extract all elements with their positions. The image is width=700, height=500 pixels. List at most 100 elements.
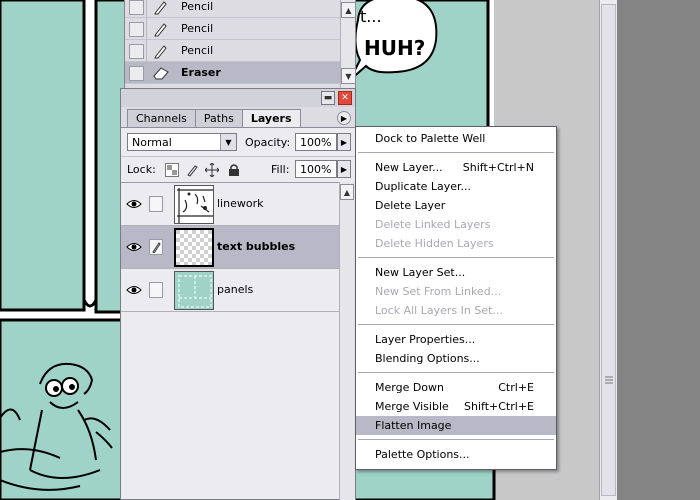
menu-item-layer-properties[interactable]: Layer Properties... [356, 330, 556, 349]
layers-palette: ▬ ✕ Channels Paths Layers ▶ Normal ▼ Opa… [120, 88, 356, 500]
history-snapshot-checkbox[interactable] [125, 0, 147, 18]
opacity-input[interactable]: 100% [295, 133, 337, 151]
layer-row-panels[interactable]: panels [121, 269, 339, 312]
layer-name[interactable]: text bubbles [217, 240, 295, 253]
menu-item-new-set-from-linked: New Set From Linked... [356, 282, 556, 301]
menu-item-shortcut: Shift+Ctrl+N [462, 161, 534, 174]
opacity-label: Opacity: [245, 136, 291, 149]
menu-item-shortcut: Shift+Ctrl+E [464, 400, 534, 413]
layer-name[interactable]: linework [217, 197, 263, 210]
menu-separator [358, 324, 554, 325]
fill-slider-button[interactable]: ▶ [337, 160, 351, 178]
menu-item-label: Flatten Image [375, 419, 452, 432]
tab-layers[interactable]: Layers [241, 109, 301, 127]
menu-separator [358, 257, 554, 258]
scroll-down-button[interactable]: ▼ [341, 68, 356, 84]
layers-palette-menu: Dock to Palette Well New Layer... Shift+C… [355, 126, 557, 470]
menu-item-delete-linked-layers: Delete Linked Layers [356, 215, 556, 234]
menu-item-label: Merge Down [375, 381, 445, 394]
tab-paths[interactable]: Paths [194, 109, 243, 127]
blend-mode-value: Normal [132, 135, 172, 149]
history-item-label: Pencil [181, 44, 214, 57]
menu-item-palette-options[interactable]: Palette Options... [356, 445, 556, 464]
history-scrollbar[interactable]: ▲ ▼ [340, 0, 356, 88]
menu-item-label: Lock All Layers In Set... [375, 304, 503, 317]
history-item-label: Pencil [181, 0, 214, 13]
layer-name[interactable]: panels [217, 283, 253, 296]
layer-link-toggle[interactable] [149, 196, 163, 212]
menu-item-label: Delete Linked Layers [375, 218, 491, 231]
lock-transparency-icon[interactable] [165, 163, 179, 177]
pencil-icon [147, 40, 175, 62]
menu-item-label: Blending Options... [375, 352, 480, 365]
menu-item-label: New Layer... [375, 161, 443, 174]
eraser-icon [147, 62, 175, 84]
history-snapshot-checkbox[interactable] [125, 17, 147, 40]
menu-item-new-layer[interactable]: New Layer... Shift+Ctrl+N [356, 158, 556, 177]
eye-icon[interactable] [125, 196, 143, 212]
history-snapshot-checkbox[interactable] [125, 61, 147, 84]
pencil-icon [147, 18, 175, 40]
history-item[interactable]: Pencil [125, 17, 341, 40]
pencil-icon [147, 0, 175, 18]
history-item-label: Eraser [181, 66, 221, 79]
scrollbar-grip-icon [601, 374, 617, 386]
history-panel: Pencil Pencil Pencil Eraser ▲ ▼ [124, 0, 356, 88]
layer-row-linework[interactable]: linework [121, 183, 339, 226]
menu-item-lock-all-layers-in-set: Lock All Layers In Set... [356, 301, 556, 320]
menu-item-label: Palette Options... [375, 448, 470, 461]
palette-menu-button[interactable]: ▶ [337, 111, 351, 125]
fill-label: Fill: [271, 163, 290, 176]
layer-thumbnail [174, 228, 214, 267]
history-item-selected[interactable]: Eraser [125, 61, 341, 84]
lock-brush-icon[interactable] [185, 163, 199, 177]
lock-move-icon[interactable] [205, 163, 219, 177]
menu-item-shortcut: Ctrl+E [498, 381, 534, 394]
layers-list: linework text bubbles panels [121, 182, 339, 312]
blend-mode-select[interactable]: Normal ▼ [127, 133, 237, 151]
eye-icon[interactable] [125, 282, 143, 298]
menu-item-label: New Layer Set... [375, 266, 466, 279]
menu-separator [358, 152, 554, 153]
scrollbar-thumb[interactable] [601, 4, 616, 496]
history-item[interactable]: Pencil [125, 0, 341, 18]
eye-icon[interactable] [125, 239, 143, 255]
menu-separator [358, 439, 554, 440]
history-item-label: Pencil [181, 22, 214, 35]
minimize-button[interactable]: ▬ [321, 91, 335, 105]
menu-item-label: New Set From Linked... [375, 285, 502, 298]
lock-row: Lock: Fill: 100% ▶ [121, 156, 355, 182]
chevron-down-icon[interactable]: ▼ [220, 134, 236, 150]
speech-bubble-partial: t... [360, 7, 382, 26]
menu-item-dock-to-palette-well[interactable]: Dock to Palette Well [356, 129, 556, 148]
palette-titlebar[interactable]: ▬ ✕ [121, 89, 355, 107]
layer-thumbnail [174, 185, 214, 224]
layers-scrollbar[interactable]: ▲ [339, 182, 355, 500]
brush-icon[interactable] [149, 239, 163, 255]
lock-all-icon[interactable] [227, 163, 241, 177]
menu-item-label: Layer Properties... [375, 333, 476, 346]
menu-item-merge-visible[interactable]: Merge Visible Shift+Ctrl+E [356, 397, 556, 416]
palette-tabs: Channels Paths Layers [127, 109, 301, 127]
menu-item-new-layer-set[interactable]: New Layer Set... [356, 263, 556, 282]
menu-item-delete-layer[interactable]: Delete Layer [356, 196, 556, 215]
history-item[interactable]: Pencil [125, 39, 341, 62]
close-button[interactable]: ✕ [338, 91, 352, 105]
menu-item-label: Delete Layer [375, 199, 446, 212]
menu-item-label: Delete Hidden Layers [375, 237, 494, 250]
menu-item-merge-down[interactable]: Merge Down Ctrl+E [356, 378, 556, 397]
palette-body: Normal ▼ Opacity: 100% ▶ Lock: Fill: 100… [121, 127, 355, 500]
scroll-up-button[interactable]: ▲ [341, 2, 356, 18]
document-vertical-scrollbar[interactable] [599, 0, 617, 500]
menu-separator [358, 372, 554, 373]
opacity-slider-button[interactable]: ▶ [337, 133, 351, 151]
layer-link-toggle[interactable] [149, 282, 163, 298]
menu-item-duplicate-layer[interactable]: Duplicate Layer... [356, 177, 556, 196]
layer-row-text-bubbles[interactable]: text bubbles [121, 226, 339, 269]
menu-item-blending-options[interactable]: Blending Options... [356, 349, 556, 368]
tab-channels[interactable]: Channels [127, 109, 196, 127]
history-snapshot-checkbox[interactable] [125, 39, 147, 62]
fill-input[interactable]: 100% [295, 160, 337, 178]
scroll-up-button[interactable]: ▲ [340, 184, 354, 200]
menu-item-flatten-image[interactable]: Flatten Image [356, 416, 556, 435]
